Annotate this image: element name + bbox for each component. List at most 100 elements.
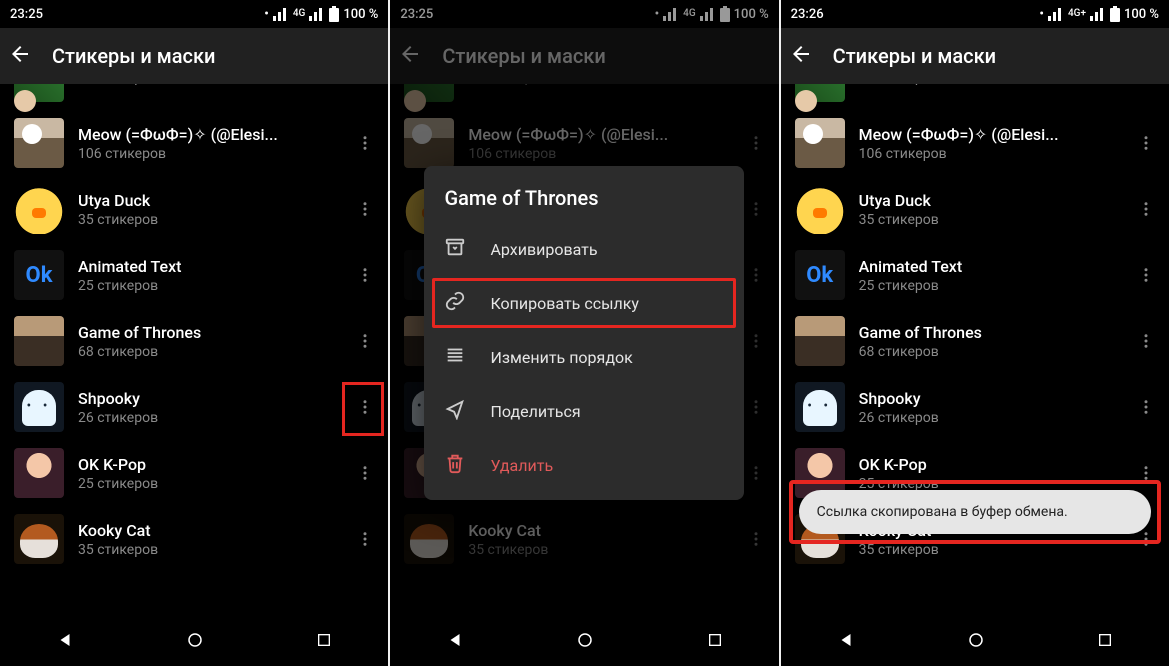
- page-title: Стикеры и маски: [52, 44, 215, 68]
- sticker-pack-row[interactable]: OkAnimated Text25 стикеров: [781, 242, 1169, 308]
- link-icon: [444, 290, 466, 316]
- signal-icon-2: [1090, 7, 1106, 21]
- menu-item-archive[interactable]: Архивировать: [424, 222, 744, 276]
- more-button[interactable]: [348, 321, 382, 361]
- sticker-pack-row[interactable]: Game of Thrones68 стикеров: [781, 308, 1169, 374]
- pack-name: Game of Thrones: [78, 323, 334, 342]
- menu-item-label: Архивировать: [490, 240, 597, 259]
- more-button[interactable]: [348, 84, 382, 97]
- share-icon: [444, 398, 466, 424]
- pack-count: 106 стикеров: [859, 146, 1115, 162]
- pack-name: Meow (=ФωФ=)✧ (@Elesi...: [859, 125, 1115, 144]
- sticker-pack-row[interactable]: Kooky Cat35 стикеров: [0, 506, 388, 572]
- more-button[interactable]: [348, 255, 382, 295]
- more-button[interactable]: [1129, 321, 1163, 361]
- menu-item-label: Изменить порядок: [490, 348, 632, 367]
- menu-item-reorder[interactable]: Изменить порядок: [424, 330, 744, 384]
- menu-item-label: Копировать ссылку: [490, 294, 639, 313]
- pack-name: OK K-Pop: [859, 455, 1115, 474]
- nav-back-button[interactable]: [837, 631, 855, 653]
- back-button[interactable]: [789, 42, 813, 70]
- pack-thumbnail: [795, 316, 845, 366]
- sticker-pack-row[interactable]: 38 стикеров: [781, 84, 1169, 110]
- nav-recent-button[interactable]: [316, 632, 332, 652]
- sticker-pack-row[interactable]: Utya Duck 35 стикеров: [781, 176, 1169, 242]
- pack-count: 38 стикеров: [859, 84, 1115, 86]
- sticker-pack-row[interactable]: OkAnimated Text25 стикеров: [0, 242, 388, 308]
- more-button[interactable]: [1129, 387, 1163, 427]
- page-title: Стикеры и маски: [833, 44, 996, 68]
- more-button[interactable]: [1129, 84, 1163, 97]
- pack-thumbnail: [795, 184, 845, 234]
- battery-pct: 100 %: [1124, 7, 1159, 22]
- sticker-list[interactable]: 38 стикеровMeow (=ФωФ=)✧ (@Elesi...106 с…: [0, 84, 388, 572]
- nav-back-button[interactable]: [56, 631, 74, 653]
- more-button[interactable]: [348, 453, 382, 493]
- pack-thumbnail: [795, 382, 845, 432]
- pack-thumbnail: [14, 382, 64, 432]
- menu-title: Game of Thrones: [424, 182, 744, 222]
- phone-screenshot-3: 23:26 • 4G+ 100 % Стикеры и маски 38 сти…: [781, 0, 1169, 666]
- status-right: • 4G 100 %: [264, 6, 378, 22]
- battery-pct: 100 %: [343, 7, 378, 22]
- pack-thumbnail: Ok: [14, 250, 64, 300]
- pack-thumbnail: Ok: [795, 250, 845, 300]
- pack-count: 35 стикеров: [859, 212, 1115, 228]
- sticker-pack-row[interactable]: Meow (=ФωФ=)✧ (@Elesi...106 стикеров: [0, 110, 388, 176]
- sticker-pack-row[interactable]: Meow (=ФωФ=)✧ (@Elesi... 106 стикеров: [781, 110, 1169, 176]
- network-type: 4G+: [1068, 9, 1086, 19]
- pack-count: 25 стикеров: [78, 476, 334, 492]
- nav-recent-button[interactable]: [1097, 632, 1113, 652]
- sticker-pack-row[interactable]: 38 стикеров: [0, 84, 388, 110]
- pack-count: 35 стикеров: [78, 212, 334, 228]
- more-button[interactable]: [348, 519, 382, 559]
- pack-thumbnail: [14, 448, 64, 498]
- network-type: 4G: [293, 9, 306, 19]
- pack-count: 68 стикеров: [78, 344, 334, 360]
- pack-name: Kooky Cat: [78, 521, 334, 540]
- pack-count: 26 стикеров: [859, 410, 1115, 426]
- more-button[interactable]: [1129, 189, 1163, 229]
- sticker-pack-row[interactable]: Shpooky 26 стикеров: [781, 374, 1169, 440]
- nav-home-button[interactable]: [967, 631, 985, 653]
- sticker-pack-row[interactable]: Game of Thrones 68 стикеров: [0, 308, 388, 374]
- pack-count: 26 стикеров: [78, 410, 334, 426]
- pack-name: OK K-Pop: [78, 455, 334, 474]
- phone-screenshot-2: 23:25 • 4G 100 % Стикеры и маски 38 стик…: [390, 0, 778, 666]
- pack-name: Utya Duck: [859, 191, 1115, 210]
- pack-name: Shpooky: [78, 389, 334, 408]
- modal-overlay[interactable]: Game of Thrones Архивировать Копировать с…: [390, 0, 778, 666]
- menu-item-link[interactable]: Копировать ссылку: [424, 276, 744, 330]
- more-button[interactable]: [1129, 123, 1163, 163]
- pack-thumbnail: [14, 514, 64, 564]
- sticker-pack-row[interactable]: OK K-Pop 25 стикеров: [0, 440, 388, 506]
- pack-thumbnail: [14, 316, 64, 366]
- more-button[interactable]: [1129, 255, 1163, 295]
- more-button[interactable]: [348, 189, 382, 229]
- content-area: 38 стикеровMeow (=ФωФ=)✧ (@Elesi...106 с…: [0, 84, 388, 618]
- phone-screenshot-1: 23:25 • 4G 100 % Стикеры и маски 38 стик…: [0, 0, 388, 666]
- system-navbar: [781, 618, 1169, 666]
- nav-home-button[interactable]: [186, 631, 204, 653]
- appbar: Стикеры и маски: [781, 28, 1169, 84]
- sticker-pack-row[interactable]: Shpooky 26 стикеров: [0, 374, 388, 440]
- trash-icon: [444, 452, 466, 478]
- appbar: Стикеры и маски: [0, 28, 388, 84]
- sticker-pack-row[interactable]: Utya Duck35 стикеров: [0, 176, 388, 242]
- system-navbar: [0, 618, 388, 666]
- menu-item-label: Поделиться: [490, 402, 580, 421]
- more-button[interactable]: [348, 123, 382, 163]
- more-button[interactable]: [348, 387, 382, 427]
- menu-item-label: Удалить: [490, 456, 553, 475]
- signal-icon: [273, 7, 289, 21]
- menu-item-trash[interactable]: Удалить: [424, 438, 744, 492]
- pack-name: Meow (=ФωФ=)✧ (@Elesi...: [78, 125, 334, 144]
- pack-thumbnail: [14, 118, 64, 168]
- content-area: 38 стикеров Meow (=ФωФ=)✧ (@Elesi... 106 с…: [781, 84, 1169, 618]
- dot-icon: •: [264, 7, 269, 22]
- archive-icon: [444, 236, 466, 262]
- back-button[interactable]: [8, 42, 32, 70]
- menu-item-share[interactable]: Поделиться: [424, 384, 744, 438]
- pack-name: Shpooky: [859, 389, 1115, 408]
- battery-icon: [1110, 6, 1120, 22]
